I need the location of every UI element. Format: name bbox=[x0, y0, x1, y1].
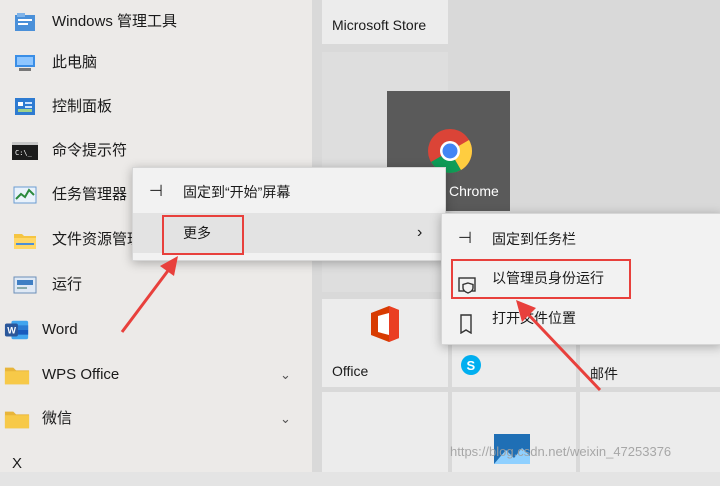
chevron-down-icon[interactable]: ⌄ bbox=[280, 353, 291, 397]
list-item-label: Word bbox=[42, 321, 78, 338]
word-icon: W bbox=[4, 318, 30, 342]
tile-label: Chrome bbox=[449, 183, 499, 199]
task-manager-icon bbox=[12, 183, 38, 207]
list-item-label: 任务管理器 bbox=[52, 186, 128, 203]
tile-skype[interactable]: S bbox=[452, 345, 576, 387]
list-item-run[interactable]: 运行 bbox=[0, 263, 312, 307]
command-prompt-icon: C:\_ bbox=[12, 139, 38, 163]
svg-text:S: S bbox=[467, 358, 476, 373]
list-item-windows-admin-tools[interactable]: Windows 管理工具 bbox=[0, 0, 312, 44]
list-item-label: 运行 bbox=[52, 276, 83, 293]
chevron-down-icon[interactable]: ⌄ bbox=[280, 397, 291, 441]
tile-office[interactable]: Office bbox=[322, 299, 448, 387]
watermark: https://blog.csdn.net/weixin_47253376 bbox=[450, 444, 672, 459]
list-item-x-section[interactable]: X bbox=[0, 442, 312, 486]
tile-photos[interactable] bbox=[452, 392, 576, 472]
tile-label: Office bbox=[332, 363, 369, 379]
tile-label: 邮件 bbox=[590, 366, 618, 382]
tile-bottom-left[interactable] bbox=[322, 392, 448, 472]
list-item-label: WPS Office bbox=[42, 366, 120, 383]
menu-item-label: 固定到“开始”屏幕 bbox=[183, 184, 291, 200]
list-item-label: 微信 bbox=[42, 410, 73, 427]
list-item-label: 控制面板 bbox=[52, 98, 113, 115]
list-item-wechat[interactable]: 微信 ⌄ bbox=[0, 397, 312, 441]
folder-icon bbox=[12, 228, 38, 252]
tile-microsoft-store[interactable]: Microsoft Store bbox=[322, 0, 448, 44]
list-item-label: Windows 管理工具 bbox=[52, 13, 178, 30]
folder-icon bbox=[4, 363, 30, 387]
file-location-icon bbox=[458, 309, 476, 349]
pin-icon: ⊣ bbox=[149, 183, 163, 200]
menu-item-open-file-location[interactable]: 打开文件位置 bbox=[442, 298, 720, 338]
menu-item-pin-to-start[interactable]: ⊣ 固定到“开始”屏幕 bbox=[133, 172, 445, 212]
tile-mail[interactable]: 邮件 bbox=[580, 345, 720, 387]
pin-icon: ⊣ bbox=[458, 230, 472, 247]
list-item-label: 此电脑 bbox=[52, 54, 98, 71]
skype-icon: S bbox=[460, 354, 482, 381]
list-item-word[interactable]: W Word bbox=[0, 308, 312, 352]
annotation-box-run-as-admin bbox=[451, 259, 631, 299]
list-item-this-pc[interactable]: 此电脑 bbox=[0, 41, 312, 85]
svg-text:C:\_: C:\_ bbox=[15, 149, 33, 157]
list-item-control-panel[interactable]: 控制面板 bbox=[0, 85, 312, 129]
svg-text:W: W bbox=[7, 326, 16, 336]
this-pc-icon bbox=[12, 51, 38, 75]
list-item-wps-office[interactable]: WPS Office ⌄ bbox=[0, 353, 312, 397]
list-item-label: 文件资源管理 bbox=[52, 231, 143, 248]
office-icon bbox=[367, 305, 403, 348]
tile-label: Microsoft Store bbox=[332, 17, 427, 33]
admin-tools-icon bbox=[12, 10, 38, 34]
run-icon bbox=[12, 273, 38, 297]
menu-item-label: 固定到任务栏 bbox=[492, 231, 576, 247]
control-panel-icon bbox=[12, 95, 38, 119]
menu-item-pin-to-taskbar[interactable]: ⊣ 固定到任务栏 bbox=[442, 219, 720, 259]
menu-item-label: 打开文件位置 bbox=[492, 310, 576, 326]
list-item-label: 命令提示符 bbox=[52, 142, 128, 159]
section-letter: X bbox=[12, 455, 23, 472]
folder-icon bbox=[4, 407, 30, 431]
chevron-right-icon: › bbox=[417, 224, 423, 241]
tile-bottom-right[interactable] bbox=[580, 392, 720, 472]
annotation-box-more bbox=[162, 215, 244, 255]
